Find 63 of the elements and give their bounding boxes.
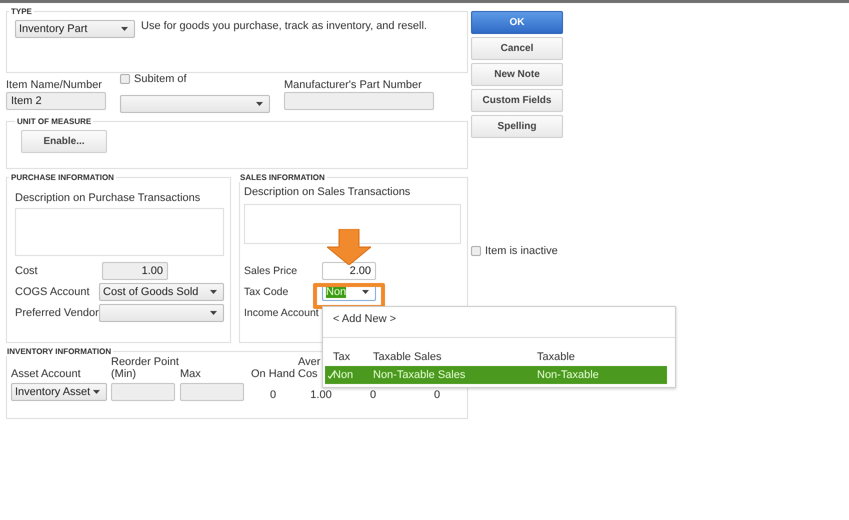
sales-description-field[interactable] [244, 204, 461, 244]
subitem-dropdown[interactable] [120, 95, 270, 113]
field-label: Income Account [244, 306, 320, 318]
section-heading: SALES INFORMATION [239, 173, 326, 182]
reorder-point-field[interactable] [111, 383, 175, 401]
caret-icon [121, 27, 128, 31]
column-header: Tax [333, 351, 352, 363]
column-header: Max [180, 368, 202, 381]
table-cell-text: 0 [268, 388, 278, 401]
column-header: On Hand [250, 368, 296, 381]
field-label: Manufacturer's Part Number [284, 79, 423, 91]
column-header: Reorder Point (Min) [111, 356, 180, 381]
enable-button[interactable]: Enable... [21, 130, 107, 153]
part-number-field[interactable] [284, 92, 434, 110]
section-heading: INVENTORY INFORMATION [6, 347, 112, 356]
field-label: Item Name/Number [6, 79, 103, 91]
table-cell-text: Non-Taxable [537, 369, 600, 381]
item-name-field[interactable]: Item 2 [6, 92, 106, 110]
column-header: Taxable [537, 351, 576, 363]
dialog-button[interactable]: OK [471, 11, 563, 34]
caret-icon [210, 310, 217, 314]
dialog-button[interactable]: Spelling [471, 115, 563, 138]
checkbox-label: Item is inactive [485, 245, 558, 257]
section-heading: UNIT OF MEASURE [16, 117, 92, 126]
section-heading: TYPE [10, 7, 33, 16]
field-label: Tax Code [244, 286, 290, 298]
field-label: Description on Sales Transactions [244, 186, 412, 198]
field-label: Sales Price [244, 264, 298, 276]
caret-icon [256, 102, 263, 106]
table-cell-text: Non-Taxable Sales [373, 369, 466, 381]
column-header: Aver Cos [298, 356, 320, 381]
table-cell-text: Non [333, 369, 354, 381]
purchase-description-field[interactable] [15, 208, 224, 256]
field-label: COGS Account [15, 286, 91, 298]
dialog-button[interactable]: New Note [471, 63, 563, 86]
field-label: Preferred Vendor [15, 306, 100, 318]
checkbox[interactable] [120, 74, 130, 84]
max-field[interactable] [180, 383, 244, 401]
table-cell-text: 0 [368, 388, 378, 401]
checkbox-label: Subitem of [134, 72, 187, 84]
type-description: Use for goods you purchase, track as inventory, and resell. [141, 20, 427, 32]
column-header: Taxable Sales [373, 351, 442, 363]
caret-icon [93, 390, 100, 394]
field-label: Description on Purchase Transactions [15, 192, 202, 204]
down-arrow-icon [327, 229, 371, 265]
vendor-dropdown[interactable] [99, 304, 224, 322]
dialog-button[interactable]: Custom Fields [471, 89, 563, 112]
cost-field[interactable]: 1.00 [102, 262, 168, 280]
sales-price-field[interactable]: 2.00 [322, 262, 376, 280]
asset-account-dropdown[interactable]: Inventory Asset [11, 383, 107, 401]
caret-icon [210, 290, 217, 294]
table-cell-text: 0 [432, 388, 442, 401]
column-header: Asset Account [11, 368, 82, 381]
table-cell-text: 1.00 [309, 388, 333, 401]
section-heading: PURCHASE INFORMATION [10, 173, 115, 182]
caret-icon [362, 290, 369, 294]
field-label: Cost [15, 264, 39, 276]
check-icon [328, 372, 334, 378]
dialog-button[interactable]: Cancel [471, 37, 563, 60]
add-new-item[interactable]: < Add New > [323, 307, 675, 338]
cogs-dropdown[interactable]: Cost of Goods Sold [99, 282, 224, 300]
type-dropdown[interactable]: Inventory Part [15, 20, 135, 38]
checkbox[interactable] [471, 246, 481, 256]
